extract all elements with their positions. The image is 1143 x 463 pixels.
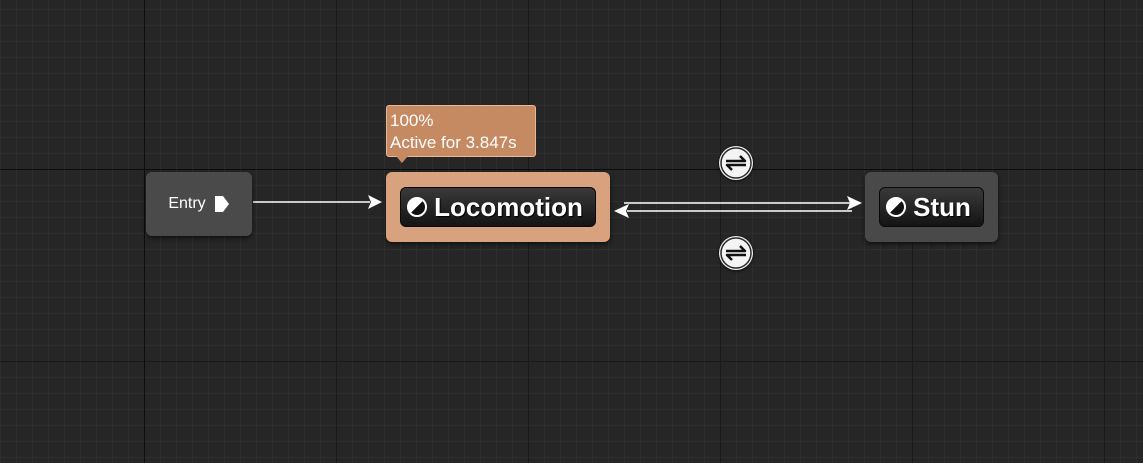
entry-node[interactable]: Entry bbox=[146, 172, 252, 236]
wire-stun-to-locomotion[interactable] bbox=[614, 204, 852, 218]
tooltip-percent: 100% bbox=[390, 111, 434, 130]
state-node-locomotion[interactable]: Locomotion bbox=[386, 172, 610, 242]
wire-locomotion-to-stun[interactable] bbox=[624, 196, 862, 210]
transition-rule-icon[interactable] bbox=[719, 146, 753, 180]
entry-label: Entry bbox=[168, 195, 206, 212]
tooltip-active-time: Active for 3.847s bbox=[390, 133, 517, 152]
output-pin-icon[interactable] bbox=[214, 195, 230, 213]
transition-rule-icon[interactable] bbox=[719, 236, 753, 270]
state-label-locomotion: Locomotion bbox=[434, 191, 583, 222]
state-title-stun[interactable]: Stun bbox=[879, 187, 984, 227]
active-state-tooltip: 100% Active for 3.847s bbox=[386, 105, 536, 157]
state-icon bbox=[886, 197, 907, 217]
tooltip-pointer bbox=[396, 156, 408, 163]
state-node-stun[interactable]: Stun bbox=[865, 172, 998, 242]
state-icon bbox=[407, 197, 428, 217]
entry-wire[interactable] bbox=[253, 195, 382, 209]
state-label-stun: Stun bbox=[913, 191, 971, 222]
state-title-locomotion[interactable]: Locomotion bbox=[400, 187, 596, 227]
